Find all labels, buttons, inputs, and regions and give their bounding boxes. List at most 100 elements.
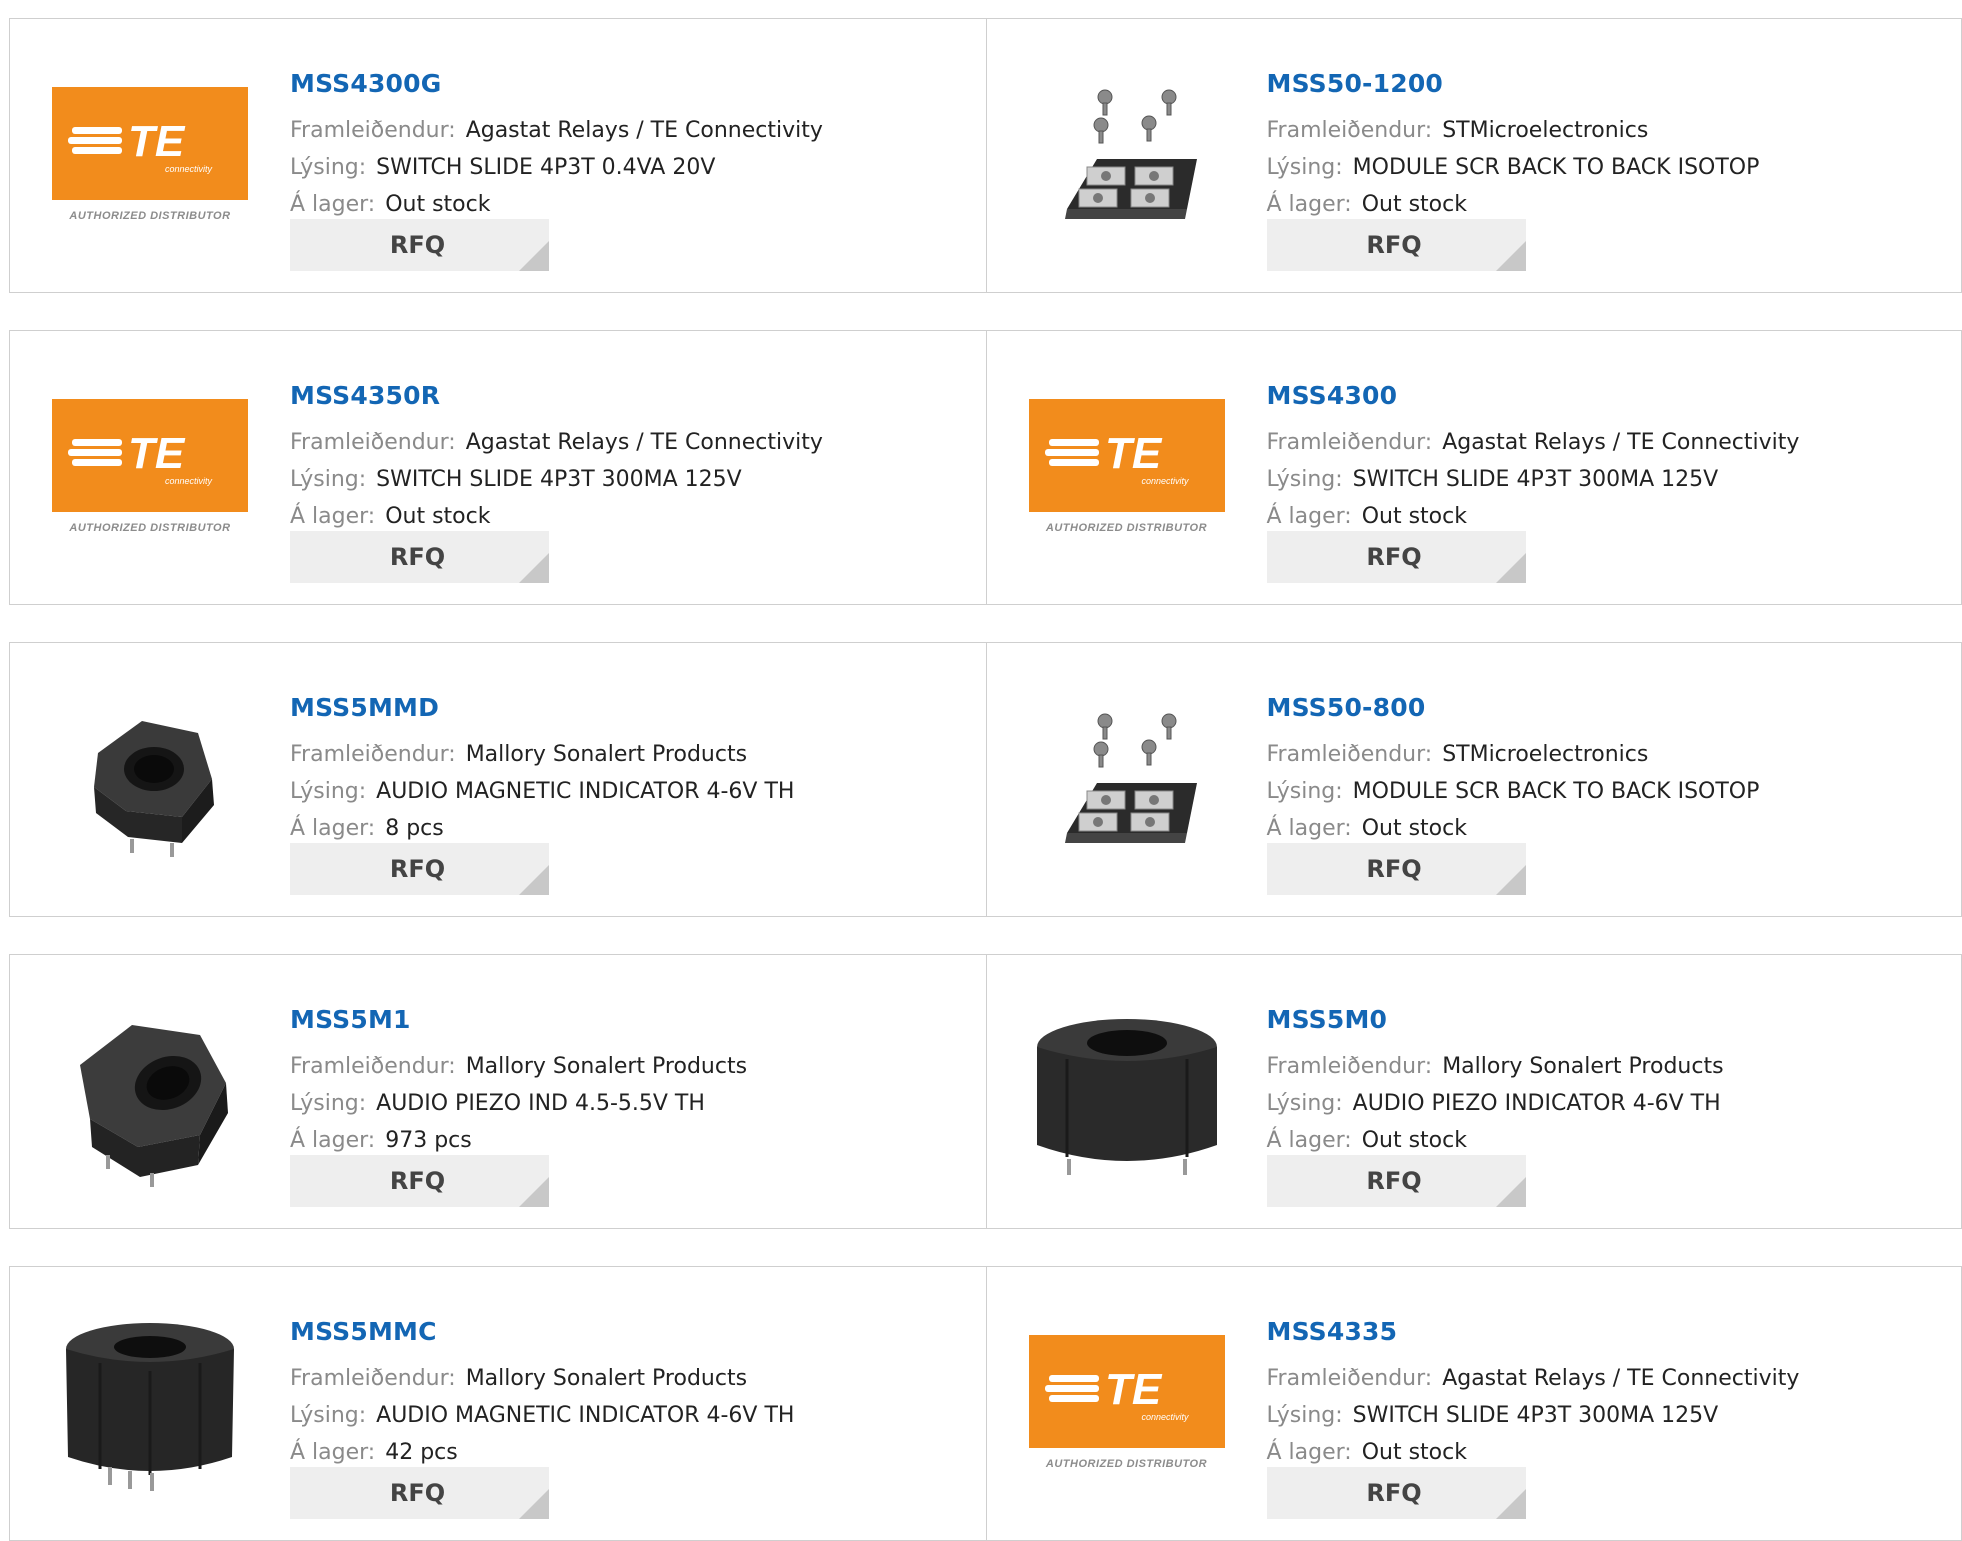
rfq-label: RFQ: [390, 543, 445, 571]
description-label: Lýsing:: [290, 467, 366, 492]
product-row: MSS5M1 Framleiðendur:Mallory Sonalert Pr…: [9, 954, 1962, 1229]
stock-label: Á lager:: [290, 504, 375, 529]
rfq-button[interactable]: RFQ: [290, 219, 549, 271]
rfq-button[interactable]: RFQ: [1267, 531, 1526, 583]
rfq-button[interactable]: RFQ: [1267, 843, 1526, 895]
te-logo-mark-icon: TE: [68, 119, 230, 159]
description-label: Lýsing:: [1267, 1403, 1343, 1428]
stock-label: Á lager:: [1267, 1440, 1352, 1465]
product-card: MSS5M1 Framleiðendur:Mallory Sonalert Pr…: [9, 954, 987, 1229]
manufacturer-value: Mallory Sonalert Products: [466, 1366, 747, 1391]
part-number-link[interactable]: MSS4300: [1267, 381, 1800, 410]
description-row: Lýsing:MODULE SCR BACK TO BACK ISOTOP: [1267, 773, 1760, 810]
corner-fold-icon: [519, 1177, 549, 1207]
product-image[interactable]: TE connectivity AUTHORIZED DISTRIBUTOR: [50, 59, 250, 259]
product-image[interactable]: [50, 683, 250, 883]
part-number-link[interactable]: MSS5M0: [1267, 1005, 1724, 1034]
description-value: AUDIO PIEZO IND 4.5-5.5V TH: [376, 1091, 705, 1116]
product-image[interactable]: [1027, 683, 1227, 883]
product-grid: TE connectivity AUTHORIZED DISTRIBUTOR M…: [0, 0, 1962, 1519]
product-info: MSS4300G Framleiðendur:Agastat Relays / …: [290, 69, 823, 223]
manufacturer-label: Framleiðendur:: [1267, 118, 1433, 143]
product-image[interactable]: [1027, 995, 1227, 1195]
te-logo-caption: AUTHORIZED DISTRIBUTOR: [69, 522, 230, 534]
te-logo-mark-icon: TE: [68, 431, 230, 471]
stock-row: Á lager:Out stock: [1267, 1434, 1800, 1471]
manufacturer-value: Mallory Sonalert Products: [1442, 1054, 1723, 1079]
svg-text:TE: TE: [1105, 1367, 1163, 1407]
stock-value: Out stock: [1362, 192, 1467, 217]
stock-label: Á lager:: [1267, 192, 1352, 217]
manufacturer-row: Framleiðendur:Agastat Relays / TE Connec…: [290, 112, 823, 149]
product-card: TE connectivity AUTHORIZED DISTRIBUTOR M…: [987, 330, 1962, 605]
part-number-link[interactable]: MSS4335: [1267, 1317, 1800, 1346]
rfq-button[interactable]: RFQ: [290, 1155, 549, 1207]
rfq-button[interactable]: RFQ: [290, 531, 549, 583]
description-row: Lýsing:SWITCH SLIDE 4P3T 300MA 125V: [290, 461, 823, 498]
product-card: MSS5M0 Framleiðendur:Mallory Sonalert Pr…: [987, 954, 1962, 1229]
te-logo: TE connectivity AUTHORIZED DISTRIBUTOR: [1029, 1335, 1225, 1479]
description-label: Lýsing:: [1267, 155, 1343, 180]
product-image[interactable]: TE connectivity AUTHORIZED DISTRIBUTOR: [1027, 1307, 1227, 1507]
stock-row: Á lager:Out stock: [290, 498, 823, 535]
te-logo: TE connectivity AUTHORIZED DISTRIBUTOR: [52, 87, 248, 231]
te-logo-caption: AUTHORIZED DISTRIBUTOR: [1046, 1458, 1207, 1470]
stock-value: Out stock: [1362, 816, 1467, 841]
description-value: AUDIO PIEZO INDICATOR 4-6V TH: [1353, 1091, 1721, 1116]
manufacturer-value: Agastat Relays / TE Connectivity: [466, 118, 823, 143]
product-card: MSS50-1200 Framleiðendur:STMicroelectron…: [987, 18, 1962, 293]
corner-fold-icon: [1496, 1177, 1526, 1207]
product-image[interactable]: TE connectivity AUTHORIZED DISTRIBUTOR: [50, 371, 250, 571]
product-row: MSS5MMD Framleiðendur:Mallory Sonalert P…: [9, 642, 1962, 917]
description-label: Lýsing:: [1267, 1091, 1343, 1116]
product-image[interactable]: [50, 1307, 250, 1507]
corner-fold-icon: [1496, 241, 1526, 271]
te-logo-subtext: connectivity: [1141, 476, 1188, 486]
rfq-button[interactable]: RFQ: [290, 843, 549, 895]
te-logo-mark-icon: TE: [1045, 431, 1207, 471]
product-info: MSS50-800 Framleiðendur:STMicroelectroni…: [1267, 693, 1760, 847]
product-info: MSS4335 Framleiðendur:Agastat Relays / T…: [1267, 1317, 1800, 1471]
stock-row: Á lager:42 pcs: [290, 1434, 794, 1471]
part-number-link[interactable]: MSS4350R: [290, 381, 823, 410]
product-image[interactable]: [1027, 59, 1227, 259]
description-value: MODULE SCR BACK TO BACK ISOTOP: [1353, 155, 1760, 180]
description-row: Lýsing:AUDIO MAGNETIC INDICATOR 4-6V TH: [290, 773, 794, 810]
description-label: Lýsing:: [1267, 779, 1343, 804]
part-number-link[interactable]: MSS50-1200: [1267, 69, 1760, 98]
product-image[interactable]: TE connectivity AUTHORIZED DISTRIBUTOR: [1027, 371, 1227, 571]
stock-label: Á lager:: [1267, 816, 1352, 841]
description-row: Lýsing:SWITCH SLIDE 4P3T 300MA 125V: [1267, 461, 1800, 498]
product-info: MSS5M0 Framleiðendur:Mallory Sonalert Pr…: [1267, 1005, 1724, 1159]
part-number-link[interactable]: MSS4300G: [290, 69, 823, 98]
product-row: TE connectivity AUTHORIZED DISTRIBUTOR M…: [9, 330, 1962, 605]
product-row: MSS5MMC Framleiðendur:Mallory Sonalert P…: [9, 1266, 1962, 1541]
description-value: SWITCH SLIDE 4P3T 300MA 125V: [1353, 467, 1719, 492]
stock-label: Á lager:: [1267, 504, 1352, 529]
product-card: MSS50-800 Framleiðendur:STMicroelectroni…: [987, 642, 1962, 917]
manufacturer-row: Framleiðendur:STMicroelectronics: [1267, 112, 1760, 149]
rfq-button[interactable]: RFQ: [1267, 219, 1526, 271]
description-value: AUDIO MAGNETIC INDICATOR 4-6V TH: [376, 779, 794, 804]
stock-row: Á lager: Out stock: [1267, 810, 1760, 847]
corner-fold-icon: [519, 865, 549, 895]
product-image[interactable]: [50, 995, 250, 1195]
rfq-button[interactable]: RFQ: [1267, 1467, 1526, 1519]
description-value: AUDIO MAGNETIC INDICATOR 4-6V TH: [376, 1403, 794, 1428]
part-number-link[interactable]: MSS5MMD: [290, 693, 794, 722]
rfq-button[interactable]: RFQ: [290, 1467, 549, 1519]
rfq-label: RFQ: [1366, 1479, 1421, 1507]
stock-row: Á lager:8 pcs: [290, 810, 794, 847]
part-number-link[interactable]: MSS50-800: [1267, 693, 1760, 722]
rfq-button[interactable]: RFQ: [1267, 1155, 1526, 1207]
corner-fold-icon: [519, 241, 549, 271]
product-info: MSS50-1200 Framleiðendur:STMicroelectron…: [1267, 69, 1760, 223]
rfq-label: RFQ: [390, 1479, 445, 1507]
manufacturer-label: Framleiðendur:: [1267, 430, 1433, 455]
part-number-link[interactable]: MSS5M1: [290, 1005, 747, 1034]
product-info: MSS4300 Framleiðendur:Agastat Relays / T…: [1267, 381, 1800, 535]
stock-label: Á lager:: [290, 816, 375, 841]
part-number-link[interactable]: MSS5MMC: [290, 1317, 794, 1346]
stock-value: Out stock: [1362, 504, 1467, 529]
description-row: Lýsing: MODULE SCR BACK TO BACK ISOTOP: [1267, 149, 1760, 186]
